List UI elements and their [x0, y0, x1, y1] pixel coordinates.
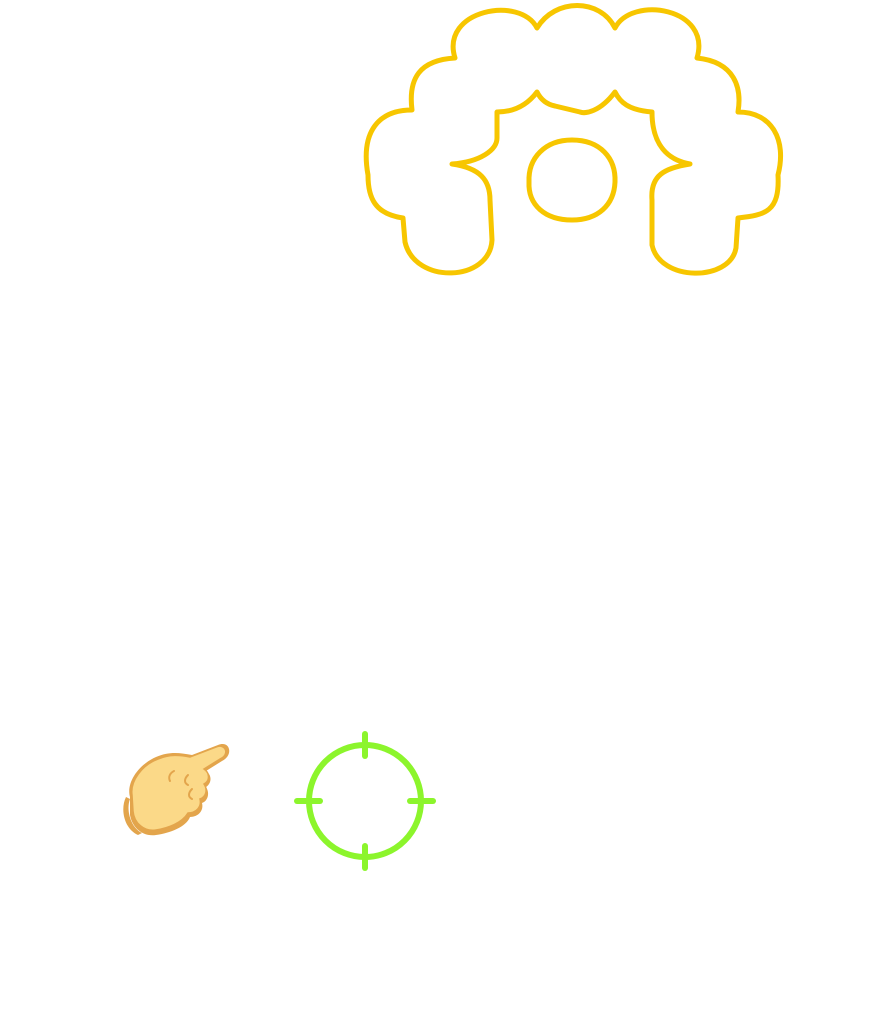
pointing-hand-icon: [118, 735, 236, 845]
target-ring: [306, 742, 424, 860]
inner-oval: [526, 137, 618, 223]
trace-shape-outline[interactable]: [355, 0, 785, 285]
game-canvas[interactable]: [0, 0, 883, 1024]
crosshair-target-icon[interactable]: [292, 728, 438, 874]
